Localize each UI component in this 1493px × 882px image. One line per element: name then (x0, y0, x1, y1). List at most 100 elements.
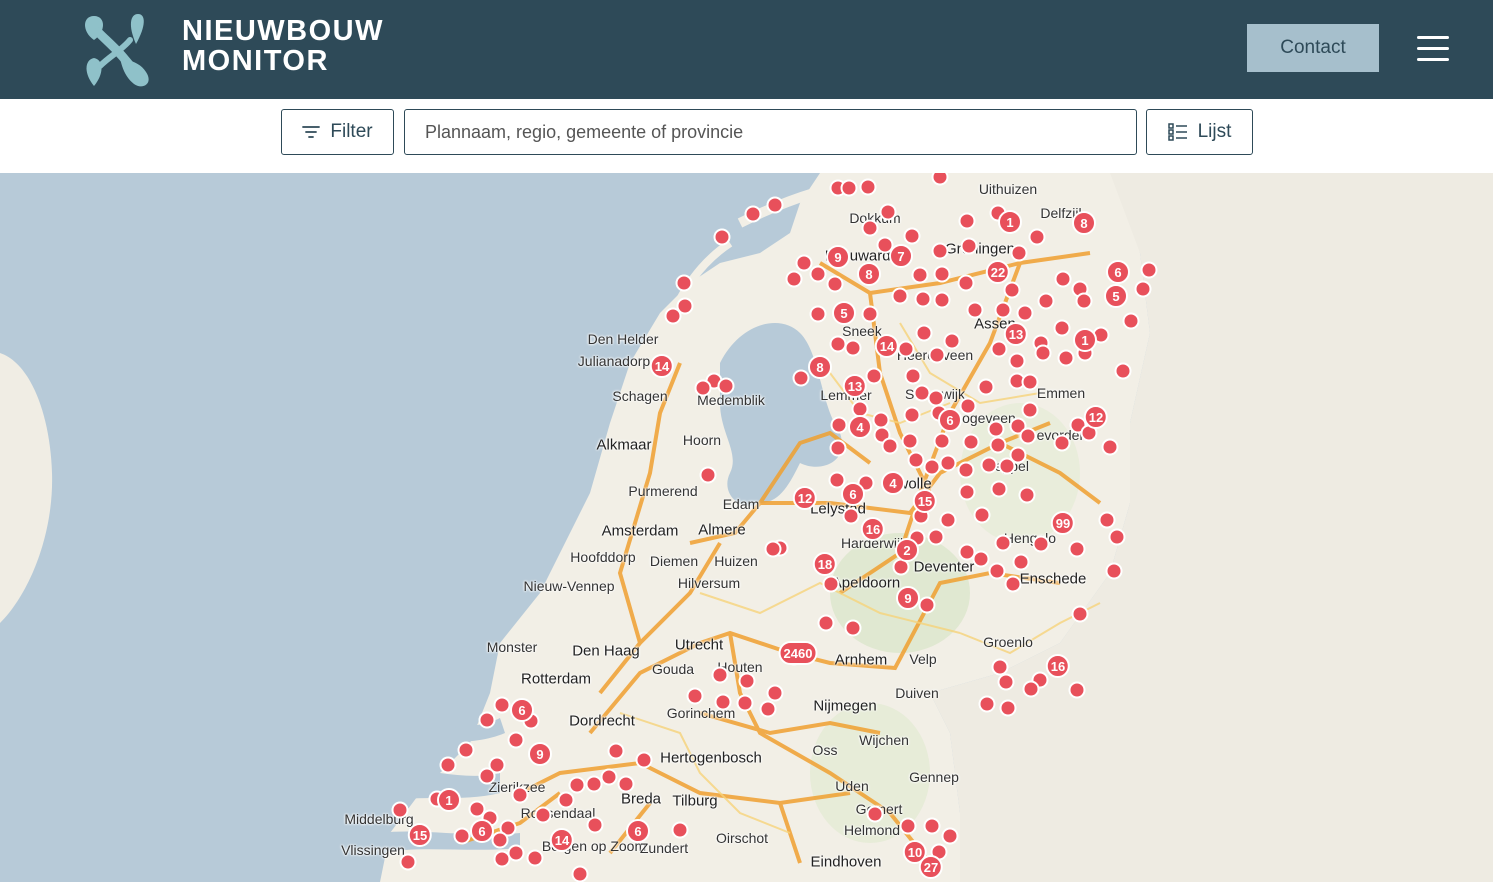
project-marker[interactable] (759, 700, 777, 718)
project-marker[interactable] (568, 776, 586, 794)
project-marker[interactable] (999, 699, 1017, 717)
project-cluster[interactable]: 4 (881, 471, 905, 495)
project-marker[interactable] (1068, 681, 1086, 699)
project-marker[interactable] (792, 369, 810, 387)
project-cluster[interactable]: 9 (826, 245, 850, 269)
project-marker[interactable] (927, 528, 945, 546)
project-marker[interactable] (966, 301, 984, 319)
project-marker[interactable] (891, 287, 909, 305)
project-marker[interactable] (1068, 540, 1086, 558)
project-marker[interactable] (766, 684, 784, 702)
project-marker[interactable] (1054, 270, 1072, 288)
project-marker[interactable] (1009, 446, 1027, 464)
project-marker[interactable] (994, 534, 1012, 552)
project-marker[interactable] (1071, 605, 1089, 623)
project-marker[interactable] (1019, 427, 1037, 445)
project-marker[interactable] (586, 816, 604, 834)
project-marker[interactable] (897, 340, 915, 358)
project-marker[interactable] (1010, 244, 1028, 262)
project-marker[interactable] (1105, 562, 1123, 580)
project-marker[interactable] (844, 619, 862, 637)
project-marker[interactable] (635, 751, 653, 769)
project-marker[interactable] (1140, 261, 1158, 279)
project-marker[interactable] (859, 178, 877, 196)
project-marker[interactable] (694, 379, 712, 397)
project-cluster[interactable]: 9 (528, 742, 552, 766)
project-marker[interactable] (493, 696, 511, 714)
project-marker[interactable] (1018, 486, 1036, 504)
project-marker[interactable] (988, 562, 1006, 580)
project-marker[interactable] (903, 406, 921, 424)
project-marker[interactable] (1008, 352, 1026, 370)
project-marker[interactable] (962, 433, 980, 451)
project-marker[interactable] (933, 291, 951, 309)
project-marker[interactable] (607, 742, 625, 760)
project-marker[interactable] (997, 673, 1015, 691)
project-marker[interactable] (478, 711, 496, 729)
project-marker[interactable] (1053, 434, 1071, 452)
project-cluster[interactable]: 6 (841, 482, 865, 506)
project-marker[interactable] (957, 461, 975, 479)
project-marker[interactable] (686, 687, 704, 705)
project-marker[interactable] (1134, 280, 1152, 298)
project-marker[interactable] (1114, 362, 1132, 380)
project-marker[interactable] (1012, 553, 1030, 571)
project-marker[interactable] (911, 266, 929, 284)
project-marker[interactable] (714, 693, 732, 711)
project-marker[interactable] (809, 265, 827, 283)
project-marker[interactable] (1028, 228, 1046, 246)
project-marker[interactable] (973, 506, 991, 524)
project-marker[interactable] (923, 817, 941, 835)
project-marker[interactable] (1122, 312, 1140, 330)
project-marker[interactable] (861, 219, 879, 237)
project-marker[interactable] (1034, 344, 1052, 362)
project-marker[interactable] (478, 767, 496, 785)
project-marker[interactable] (453, 827, 471, 845)
project-marker[interactable] (1021, 401, 1039, 419)
project-marker[interactable] (941, 827, 959, 845)
project-marker[interactable] (600, 768, 618, 786)
project-cluster[interactable]: 1 (998, 210, 1022, 234)
project-marker[interactable] (557, 791, 575, 809)
project-marker[interactable] (957, 274, 975, 292)
project-marker[interactable] (699, 466, 717, 484)
project-marker[interactable] (980, 456, 998, 474)
project-cluster[interactable]: 6 (470, 819, 494, 843)
project-marker[interactable] (491, 831, 509, 849)
project-marker[interactable] (717, 377, 735, 395)
project-marker[interactable] (439, 756, 457, 774)
project-marker[interactable] (958, 212, 976, 230)
filter-button[interactable]: Filter (281, 109, 394, 155)
project-marker[interactable] (507, 731, 525, 749)
project-marker[interactable] (972, 550, 990, 568)
project-marker[interactable] (764, 540, 782, 558)
project-cluster[interactable]: 5 (832, 301, 856, 325)
project-marker[interactable] (713, 228, 731, 246)
project-marker[interactable] (399, 853, 417, 871)
project-marker[interactable] (1003, 281, 1021, 299)
project-cluster[interactable]: 1 (437, 788, 461, 812)
project-marker[interactable] (865, 367, 883, 385)
project-cluster[interactable]: 5 (1104, 284, 1128, 308)
project-marker[interactable] (977, 378, 995, 396)
project-marker[interactable] (822, 575, 840, 593)
project-cluster[interactable]: 6 (510, 698, 534, 722)
project-marker[interactable] (931, 242, 949, 260)
project-marker[interactable] (830, 416, 848, 434)
project-marker[interactable] (817, 614, 835, 632)
project-marker[interactable] (928, 346, 946, 364)
project-marker[interactable] (844, 339, 862, 357)
project-marker[interactable] (939, 511, 957, 529)
project-cluster[interactable]: 9 (896, 586, 920, 610)
project-marker[interactable] (907, 451, 925, 469)
project-marker[interactable] (989, 436, 1007, 454)
project-cluster[interactable]: 6 (626, 819, 650, 843)
project-marker[interactable] (914, 290, 932, 308)
project-marker[interactable] (1108, 528, 1126, 546)
project-marker[interactable] (736, 694, 754, 712)
project-marker[interactable] (738, 672, 756, 690)
project-marker[interactable] (879, 203, 897, 221)
project-marker[interactable] (671, 821, 689, 839)
project-marker[interactable] (933, 265, 951, 283)
project-marker[interactable] (711, 666, 729, 684)
